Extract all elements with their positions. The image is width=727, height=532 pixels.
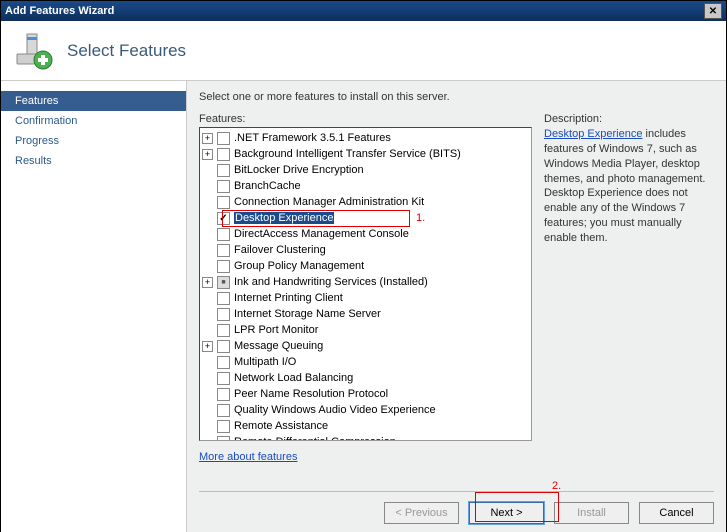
feature-row[interactable]: + Message Queuing <box>202 338 529 354</box>
feature-row[interactable]: Desktop Experience <box>202 210 529 226</box>
feature-row[interactable]: Connection Manager Administration Kit <box>202 194 529 210</box>
feature-label[interactable]: Quality Windows Audio Video Experience <box>234 404 436 416</box>
feature-row[interactable]: BitLocker Drive Encryption <box>202 162 529 178</box>
feature-checkbox[interactable] <box>217 404 230 417</box>
feature-checkbox[interactable] <box>217 340 230 353</box>
instruction-text: Select one or more features to install o… <box>199 91 714 103</box>
feature-checkbox[interactable] <box>217 196 230 209</box>
feature-checkbox[interactable] <box>217 308 230 321</box>
feature-row[interactable]: Remote Differential Compression <box>202 434 529 441</box>
feature-label[interactable]: Failover Clustering <box>234 244 326 256</box>
features-label: Features: <box>199 113 532 125</box>
feature-row[interactable]: BranchCache <box>202 178 529 194</box>
server-icon <box>13 30 55 72</box>
description-body: includes features of Windows 7, such as … <box>544 128 705 244</box>
previous-button[interactable]: < Previous <box>384 502 459 524</box>
install-button[interactable]: Install <box>554 502 629 524</box>
expand-icon[interactable]: + <box>202 341 213 352</box>
feature-row[interactable]: Remote Assistance <box>202 418 529 434</box>
close-button[interactable]: ✕ <box>704 3 722 19</box>
feature-checkbox[interactable] <box>217 212 230 225</box>
feature-label[interactable]: Connection Manager Administration Kit <box>234 196 424 208</box>
feature-row[interactable]: Failover Clustering <box>202 242 529 258</box>
feature-checkbox[interactable] <box>217 420 230 433</box>
feature-label[interactable]: LPR Port Monitor <box>234 324 318 336</box>
feature-row[interactable]: + Background Intelligent Transfer Service… <box>202 146 529 162</box>
feature-label[interactable]: Multipath I/O <box>234 356 296 368</box>
feature-checkbox[interactable] <box>217 356 230 369</box>
feature-row[interactable]: + .NET Framework 3.5.1 Features <box>202 130 529 146</box>
description-text: Desktop Experience includes features of … <box>544 127 714 246</box>
feature-label[interactable]: Background Intelligent Transfer Service … <box>234 148 461 160</box>
titlebar: Add Features Wizard ✕ <box>1 1 726 21</box>
more-about-features-link[interactable]: More about features <box>199 451 532 463</box>
expand-icon[interactable]: + <box>202 149 213 160</box>
feature-checkbox[interactable] <box>217 260 230 273</box>
feature-checkbox[interactable] <box>217 372 230 385</box>
feature-checkbox[interactable] <box>217 324 230 337</box>
feature-label[interactable]: Internet Storage Name Server <box>234 308 381 320</box>
feature-checkbox[interactable] <box>217 436 230 442</box>
feature-label[interactable]: BitLocker Drive Encryption <box>234 164 364 176</box>
feature-row[interactable]: Internet Printing Client <box>202 290 529 306</box>
features-tree[interactable]: + .NET Framework 3.5.1 Features + Backgroun… <box>199 127 532 441</box>
description-label: Description: <box>544 113 714 125</box>
sidebar-item-features[interactable]: Features <box>1 91 186 111</box>
feature-checkbox[interactable] <box>217 180 230 193</box>
feature-row[interactable]: Internet Storage Name Server <box>202 306 529 322</box>
feature-label[interactable]: Desktop Experience <box>234 212 334 224</box>
feature-checkbox[interactable] <box>217 276 230 289</box>
feature-checkbox[interactable] <box>217 164 230 177</box>
wizard-buttons: < Previous Next > Install Cancel <box>199 491 714 524</box>
feature-label[interactable]: Ink and Handwriting Services (Installed) <box>234 276 428 288</box>
feature-row[interactable]: Group Policy Management <box>202 258 529 274</box>
feature-checkbox[interactable] <box>217 292 230 305</box>
feature-label[interactable]: Message Queuing <box>234 340 323 352</box>
sidebar-item-confirmation[interactable]: Confirmation <box>1 111 186 131</box>
wizard-header: Select Features <box>1 21 726 81</box>
feature-row[interactable]: DirectAccess Management Console <box>202 226 529 242</box>
feature-label[interactable]: Remote Differential Compression <box>234 436 396 441</box>
feature-checkbox[interactable] <box>217 132 230 145</box>
window-title: Add Features Wizard <box>5 5 704 17</box>
feature-checkbox[interactable] <box>217 388 230 401</box>
feature-row[interactable]: LPR Port Monitor <box>202 322 529 338</box>
feature-label[interactable]: Remote Assistance <box>234 420 328 432</box>
feature-row[interactable]: + Ink and Handwriting Services (Installed… <box>202 274 529 290</box>
feature-label[interactable]: Peer Name Resolution Protocol <box>234 388 388 400</box>
cancel-button[interactable]: Cancel <box>639 502 714 524</box>
feature-label[interactable]: Group Policy Management <box>234 260 364 272</box>
feature-label[interactable]: BranchCache <box>234 180 301 192</box>
page-title: Select Features <box>67 41 186 61</box>
feature-label[interactable]: DirectAccess Management Console <box>234 228 409 240</box>
sidebar-item-progress[interactable]: Progress <box>1 131 186 151</box>
feature-row[interactable]: Network Load Balancing <box>202 370 529 386</box>
feature-label[interactable]: Internet Printing Client <box>234 292 343 304</box>
feature-checkbox[interactable] <box>217 244 230 257</box>
feature-checkbox[interactable] <box>217 228 230 241</box>
wizard-sidebar: FeaturesConfirmationProgressResults <box>1 81 186 532</box>
expand-icon[interactable]: + <box>202 133 213 144</box>
feature-row[interactable]: Quality Windows Audio Video Experience <box>202 402 529 418</box>
description-link[interactable]: Desktop Experience <box>544 128 642 140</box>
feature-label[interactable]: .NET Framework 3.5.1 Features <box>234 132 391 144</box>
main-panel: Select one or more features to install o… <box>186 81 726 532</box>
sidebar-item-results[interactable]: Results <box>1 151 186 171</box>
next-button[interactable]: Next > <box>469 502 544 524</box>
feature-row[interactable]: Peer Name Resolution Protocol <box>202 386 529 402</box>
feature-label[interactable]: Network Load Balancing <box>234 372 353 384</box>
feature-checkbox[interactable] <box>217 148 230 161</box>
feature-row[interactable]: Multipath I/O <box>202 354 529 370</box>
expand-icon[interactable]: + <box>202 277 213 288</box>
